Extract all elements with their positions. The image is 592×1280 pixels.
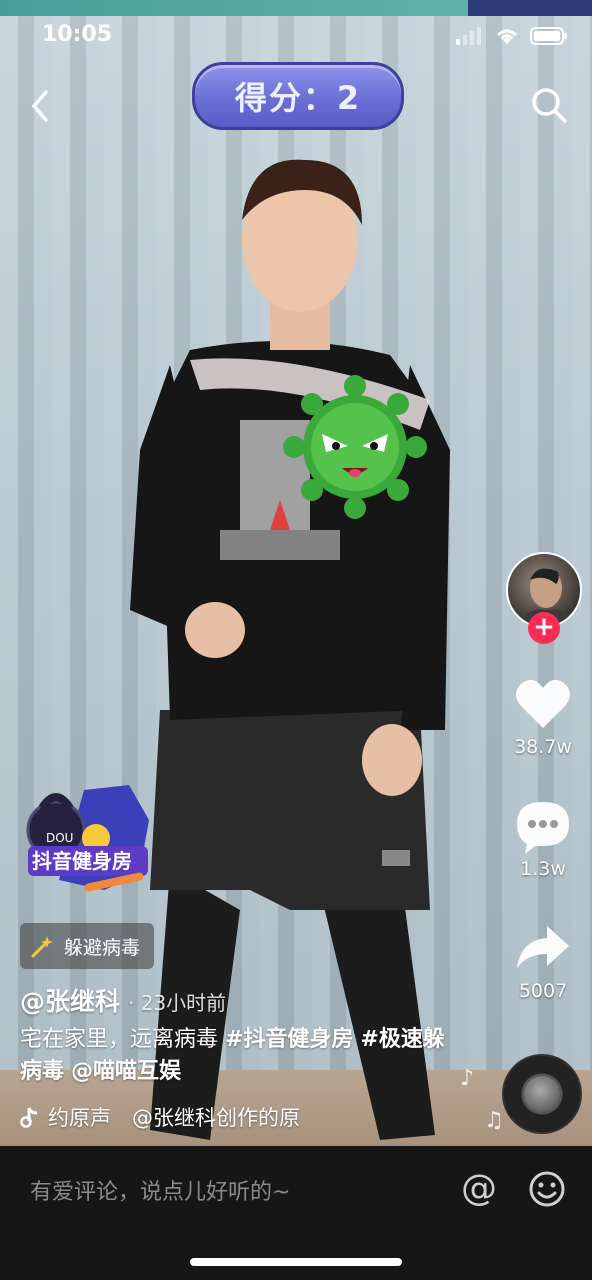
comment-action[interactable]: 1.3w	[500, 798, 586, 880]
emoji-icon[interactable]	[528, 1170, 566, 1208]
floating-note-icon: ♫	[484, 1108, 504, 1133]
like-action[interactable]: 38.7w	[500, 676, 586, 758]
caption-text: 宅在家里，远离病毒	[20, 1027, 225, 1052]
wifi-icon	[497, 29, 517, 44]
game-progress-bar	[0, 0, 592, 16]
effect-label: 躲避病毒	[64, 936, 141, 959]
back-arrow-icon[interactable]	[22, 86, 62, 126]
like-count: 38.7w	[514, 736, 572, 758]
badge-dou-text: DOU	[46, 831, 73, 845]
magic-wand-icon	[31, 936, 53, 958]
at-mention-icon[interactable]: @	[458, 1168, 500, 1210]
status-time: 10:05	[42, 22, 113, 47]
post-time: · 23小时前	[128, 991, 227, 1015]
floating-note-icon: ♪	[460, 1066, 475, 1091]
search-icon[interactable]	[528, 84, 570, 126]
signal-icon	[456, 27, 481, 45]
share-action[interactable]: 5007	[500, 920, 586, 1002]
disc-cover	[524, 1076, 560, 1112]
mention-link[interactable]: @喵喵互娱	[71, 1059, 181, 1084]
music-disc[interactable]	[502, 1054, 582, 1134]
comment-input[interactable]: 有爱评论，说点儿好听的~	[30, 1174, 290, 1206]
heart-icon	[516, 679, 570, 728]
author-line: @张继科 · 23小时前	[20, 982, 226, 1018]
badge-label-text: 抖音健身房	[32, 849, 132, 873]
music-note-icon	[20, 1107, 38, 1128]
effect-tag[interactable]: 躲避病毒	[20, 923, 155, 969]
home-indicator	[190, 1258, 402, 1266]
comment-count: 1.3w	[520, 858, 566, 880]
follow-button[interactable]: +	[528, 612, 560, 644]
share-count: 5007	[518, 980, 568, 1002]
hashtag-link[interactable]: #抖音健身房	[225, 1027, 353, 1052]
share-arrow-icon	[517, 926, 569, 968]
score-display: 得分：2	[192, 62, 404, 130]
status-icons	[456, 26, 568, 46]
battery-icon	[530, 27, 567, 45]
gym-badge-logo: DOU 抖音健身房	[26, 785, 149, 892]
post-caption: 宅在家里，远离病毒 #抖音健身房 #极速躲病毒 @喵喵互娱	[20, 1024, 460, 1088]
virus-sprite	[283, 375, 427, 519]
author-name[interactable]: @张继科	[20, 982, 120, 1018]
music-info[interactable]: 约原声 @张继科创作的原	[20, 1102, 350, 1132]
progress-fill	[0, 0, 468, 16]
music-title: 约原声 @张继科创作的原	[48, 1106, 300, 1130]
comment-bubble-icon	[517, 802, 569, 854]
